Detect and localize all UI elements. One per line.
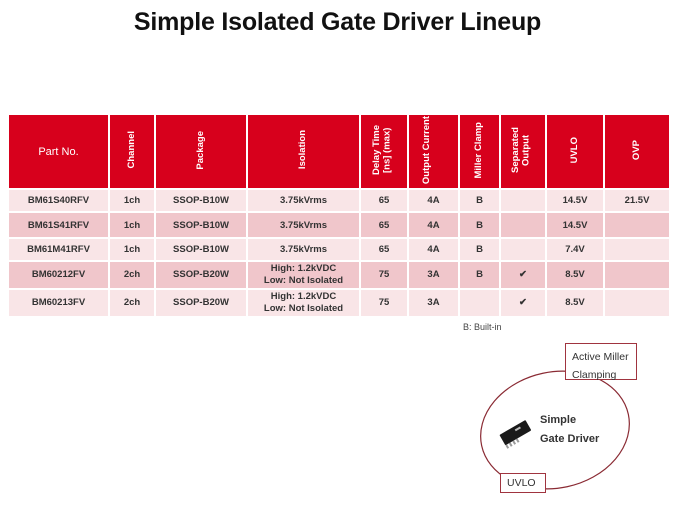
cell-separated	[499, 237, 547, 262]
cell-ovp	[603, 237, 671, 262]
cell-package: SSOP-B20W	[154, 260, 248, 290]
cell-ovp	[603, 288, 671, 318]
header-part-no: Part No.	[7, 113, 110, 190]
cell-miller: B	[458, 188, 501, 213]
footnote: B: Built-in	[463, 322, 502, 332]
cell-isolation: High: 1.2kVDC Low: Not Isolated	[246, 260, 361, 290]
header-isolation: Isolation	[246, 113, 361, 190]
table-row: BM61S41RFV 1ch SSOP-B10W 3.75kVrms 65 4A…	[7, 211, 671, 239]
cell-channel: 1ch	[108, 188, 156, 213]
cell-channel: 2ch	[108, 260, 156, 290]
cell-package: SSOP-B10W	[154, 188, 248, 213]
cell-separated	[499, 188, 547, 213]
gate-driver-diagram: Active Miller Clamping Simple Gate Drive…	[470, 335, 670, 505]
table-row: BM61S40RFV 1ch SSOP-B10W 3.75kVrms 65 4A…	[7, 188, 671, 213]
lineup-table: Part No. Channel Package Isolation Delay…	[7, 113, 671, 318]
cell-uvlo: 14.5V	[545, 211, 605, 239]
table-row: BM61M41RFV 1ch SSOP-B10W 3.75kVrms 65 4A…	[7, 237, 671, 262]
cell-miller	[458, 288, 501, 318]
check-icon: ✔	[499, 288, 547, 318]
cell-delay: 65	[359, 237, 409, 262]
cell-ovp	[603, 260, 671, 290]
header-output-current: Output Current	[407, 113, 460, 190]
header-row: Part No. Channel Package Isolation Delay…	[7, 113, 671, 190]
cell-current: 4A	[407, 211, 460, 239]
header-separated-output: Separated Output	[499, 113, 547, 190]
cell-part-no: BM61S41RFV	[7, 211, 110, 239]
uvlo-box: UVLO	[500, 473, 546, 493]
table-row: BM60212FV 2ch SSOP-B20W High: 1.2kVDC Low…	[7, 260, 671, 290]
active-miller-clamping-box: Active Miller Clamping	[565, 343, 637, 381]
cell-package: SSOP-B10W	[154, 211, 248, 239]
table-row: BM60213FV 2ch SSOP-B20W High: 1.2kVDC Low…	[7, 288, 671, 318]
cell-current: 4A	[407, 188, 460, 213]
cell-uvlo: 8.5V	[545, 288, 605, 318]
cell-isolation: 3.75kVrms	[246, 188, 361, 213]
cell-miller: B	[458, 211, 501, 239]
cell-miller: B	[458, 260, 501, 290]
cell-current: 3A	[407, 260, 460, 290]
cell-uvlo: 7.4V	[545, 237, 605, 262]
cell-separated	[499, 211, 547, 239]
cell-part-no: BM60212FV	[7, 260, 110, 290]
simple-gate-driver-label: Simple Gate Driver	[540, 414, 600, 445]
cell-isolation: 3.75kVrms	[246, 237, 361, 262]
cell-uvlo: 14.5V	[545, 188, 605, 213]
header-package: Package	[154, 113, 248, 190]
header-miller-clamp: Miller Clamp	[458, 113, 501, 190]
cell-current: 3A	[407, 288, 460, 318]
cell-part-no: BM61S40RFV	[7, 188, 110, 213]
check-icon: ✔	[499, 260, 547, 290]
cell-delay: 65	[359, 188, 409, 213]
cell-part-no: BM60213FV	[7, 288, 110, 318]
cell-channel: 1ch	[108, 211, 156, 239]
header-delay-time: Delay Time [ns] (max)	[359, 113, 409, 190]
header-ovp: OVP	[603, 113, 671, 190]
cell-channel: 1ch	[108, 237, 156, 262]
header-channel: Channel	[108, 113, 156, 190]
page-title: Simple Isolated Gate Driver Lineup	[133, 8, 542, 36]
cell-ovp: 21.5V	[603, 188, 671, 213]
ic-chip-icon	[499, 420, 531, 449]
cell-isolation: 3.75kVrms	[246, 211, 361, 239]
cell-channel: 2ch	[108, 288, 156, 318]
header-uvlo: UVLO	[545, 113, 605, 190]
cell-ovp	[603, 211, 671, 239]
cell-part-no: BM61M41RFV	[7, 237, 110, 262]
cell-package: SSOP-B10W	[154, 237, 248, 262]
cell-delay: 75	[359, 260, 409, 290]
cell-current: 4A	[407, 237, 460, 262]
cell-isolation: High: 1.2kVDC Low: Not Isolated	[246, 288, 361, 318]
cell-delay: 75	[359, 288, 409, 318]
cell-miller: B	[458, 237, 501, 262]
cell-package: SSOP-B20W	[154, 288, 248, 318]
cell-uvlo: 8.5V	[545, 260, 605, 290]
cell-delay: 65	[359, 211, 409, 239]
